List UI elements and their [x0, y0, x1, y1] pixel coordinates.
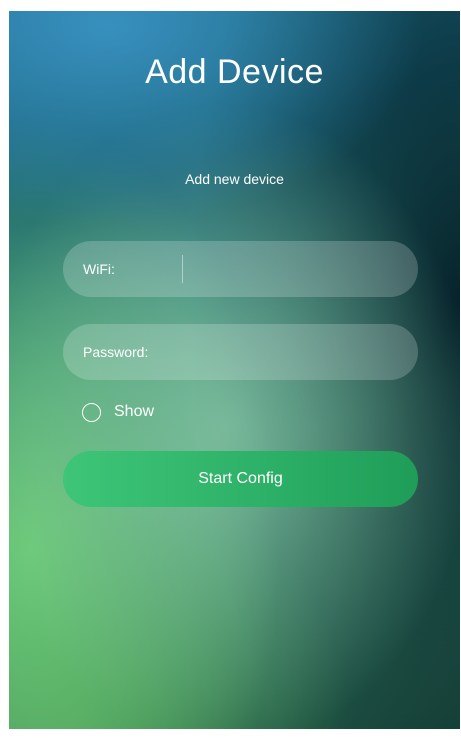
- wifi-label: WiFi:: [83, 261, 115, 277]
- start-config-button[interactable]: Start Config: [63, 451, 418, 507]
- password-field[interactable]: Password:: [63, 324, 418, 380]
- wifi-input[interactable]: [189, 249, 403, 291]
- show-password-toggle[interactable]: Show: [82, 400, 154, 424]
- add-device-screen: Add Device Add new device WiFi: Password…: [9, 11, 460, 729]
- page-title: Add Device: [145, 53, 324, 91]
- password-input[interactable]: [169, 332, 403, 374]
- wifi-field[interactable]: WiFi:: [63, 241, 418, 297]
- page-subtitle: Add new device: [185, 171, 284, 187]
- wifi-divider: [182, 255, 183, 283]
- radio-unchecked-icon[interactable]: [82, 402, 101, 422]
- password-label: Password:: [83, 344, 149, 360]
- show-password-label[interactable]: Show: [114, 403, 154, 421]
